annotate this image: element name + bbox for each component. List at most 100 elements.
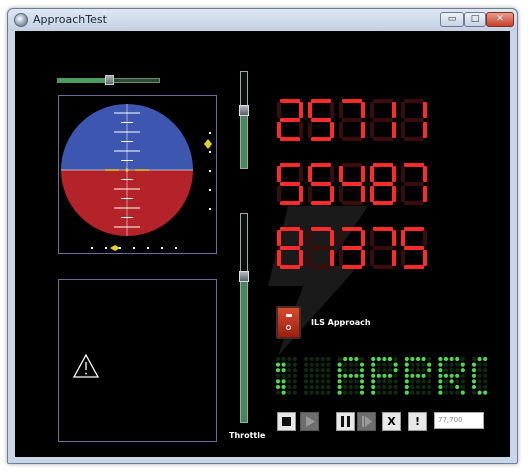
matrix-dot	[421, 368, 426, 373]
digit-segment	[373, 182, 393, 186]
matrix-dot	[343, 379, 348, 384]
matrix-dot	[359, 368, 365, 373]
matrix-dot	[483, 379, 488, 384]
matrix-dot	[483, 368, 488, 373]
stop-button[interactable]	[277, 412, 296, 431]
matrix-dot	[477, 373, 482, 378]
digit-segment	[423, 186, 427, 202]
matrix-dot	[415, 356, 421, 362]
matrix-dot	[393, 379, 398, 384]
glideslope-dot	[209, 151, 211, 153]
digit-segment	[423, 250, 427, 266]
matrix-dot	[387, 384, 393, 390]
digit-segment	[401, 102, 405, 118]
matrix-dot	[376, 362, 381, 367]
digit-segment	[299, 122, 303, 138]
minimize-button[interactable]: ▭	[440, 12, 464, 27]
matrix-dot	[343, 384, 348, 390]
clear-button[interactable]: X	[382, 412, 401, 431]
matrix-dot	[427, 362, 432, 367]
digit-segment	[280, 182, 300, 186]
matrix-dot	[393, 373, 398, 378]
digit-segment	[373, 246, 393, 250]
matrix-dot	[393, 368, 398, 373]
matrix-dot	[315, 368, 320, 373]
digit-segment	[299, 102, 303, 118]
ils-approach-switch[interactable]	[276, 306, 301, 339]
matrix-dot	[443, 373, 449, 378]
matrix-dot	[455, 384, 460, 390]
value-field[interactable]: 77,700	[434, 412, 484, 429]
digit-segment	[339, 166, 343, 182]
digit-segment	[277, 122, 281, 138]
matrix-dot	[477, 356, 482, 362]
matrix-dot	[337, 384, 342, 390]
ground	[61, 170, 193, 236]
matrix-dot	[483, 373, 488, 378]
digit-segment	[342, 99, 362, 103]
matrix-dot	[359, 390, 365, 395]
matrix-dot	[292, 384, 297, 390]
localizer-dot	[161, 247, 163, 249]
digit-segment	[280, 99, 300, 103]
glideslope-dot	[209, 189, 211, 191]
digit-segment	[392, 122, 396, 138]
matrix-dot	[326, 390, 331, 395]
digit-segment	[373, 118, 393, 122]
matrix-dot	[443, 384, 449, 390]
throttle-slider[interactable]	[239, 213, 249, 423]
matrix-dot	[415, 379, 421, 384]
matrix-dot	[326, 362, 331, 367]
digit-segment	[370, 186, 374, 202]
matrix-dot	[354, 356, 359, 362]
matrix-dot	[455, 362, 460, 367]
matrix-dot	[404, 368, 409, 373]
glideslope-marker	[204, 139, 212, 149]
slider-thumb[interactable]	[239, 271, 249, 282]
matrix-dot	[471, 368, 477, 373]
matrix-dot	[410, 368, 415, 373]
play-icon	[306, 416, 315, 427]
digit-segment	[311, 137, 331, 141]
digit-segment	[308, 166, 312, 182]
digit-segment	[392, 102, 396, 118]
vertical-slider[interactable]	[239, 71, 249, 169]
title-bar[interactable]: ApproachTest ▭ □ ✕	[8, 9, 517, 31]
digit-segment	[423, 102, 427, 118]
matrix-dot	[315, 390, 320, 395]
matrix-dot	[309, 379, 314, 384]
matrix-dot	[354, 384, 359, 390]
pause-button[interactable]	[336, 412, 355, 431]
maximize-button[interactable]: □	[464, 12, 486, 27]
matrix-dot	[287, 390, 292, 395]
matrix-dot	[449, 379, 454, 384]
matrix-dot	[410, 362, 415, 367]
step-button[interactable]	[357, 412, 376, 431]
matrix-dot	[315, 379, 320, 384]
matrix-dot	[337, 362, 342, 367]
digit-segment	[299, 230, 303, 246]
slider-thumb[interactable]	[104, 75, 114, 85]
app-icon	[14, 13, 28, 27]
matrix-dot	[376, 384, 381, 390]
alert-button[interactable]: !	[408, 412, 427, 431]
matrix-dot	[387, 362, 393, 367]
slider-thumb[interactable]	[239, 105, 249, 117]
digit-segment	[404, 265, 424, 269]
localizer-dot	[91, 247, 93, 249]
digit-segment	[280, 227, 300, 231]
digit-segment	[280, 201, 300, 205]
matrix-dot	[455, 356, 460, 362]
close-button[interactable]: ✕	[486, 12, 514, 27]
slider-fill	[57, 78, 109, 83]
matrix-dot	[477, 362, 482, 367]
matrix-dot	[393, 362, 398, 367]
digit-segment	[392, 230, 396, 246]
matrix-dot	[281, 390, 286, 395]
matrix-dot	[292, 379, 297, 384]
digit-segment	[404, 163, 424, 167]
horizontal-slider[interactable]	[57, 75, 160, 85]
play-button[interactable]	[300, 412, 319, 431]
digit-segment	[339, 102, 343, 118]
matrix-dot	[281, 362, 286, 367]
